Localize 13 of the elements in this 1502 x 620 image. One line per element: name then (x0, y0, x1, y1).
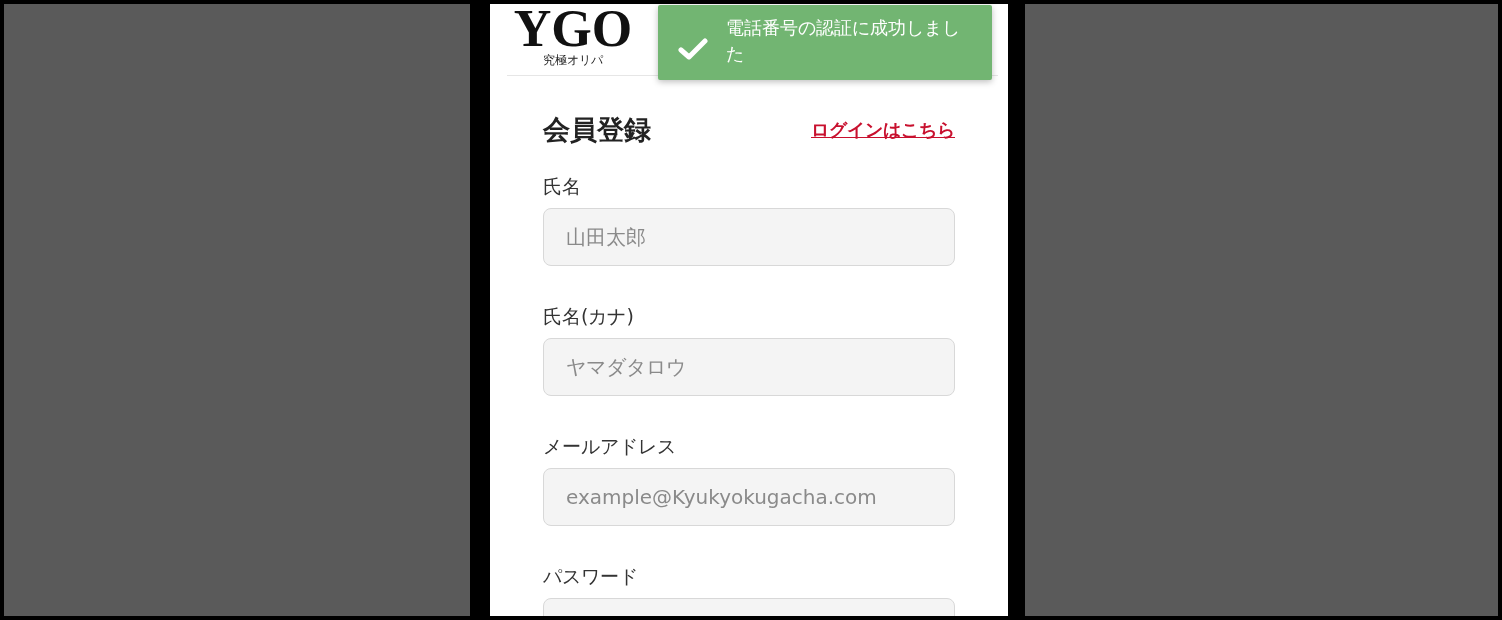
field-label: 氏名 (543, 174, 582, 198)
page-title: 会員登録 (543, 113, 651, 147)
field-label: 氏名(カナ) (543, 304, 635, 328)
input-field[interactable]: 山田太郎 (543, 208, 955, 266)
field-label: パスワード (543, 564, 639, 588)
field-label: メールアドレス (543, 434, 677, 458)
input-field[interactable]: example@Kyukyokugacha.com (543, 468, 955, 526)
check-icon (678, 37, 708, 61)
logo[interactable]: YGO (509, 4, 637, 54)
login-link[interactable]: ログインはこちら (811, 118, 955, 142)
logo-subtitle: 究極オリパ (543, 55, 603, 66)
input-field[interactable]: ヤマダタロウ (543, 338, 955, 396)
toast-message: 電話番号の認証に成功しました (726, 16, 961, 66)
